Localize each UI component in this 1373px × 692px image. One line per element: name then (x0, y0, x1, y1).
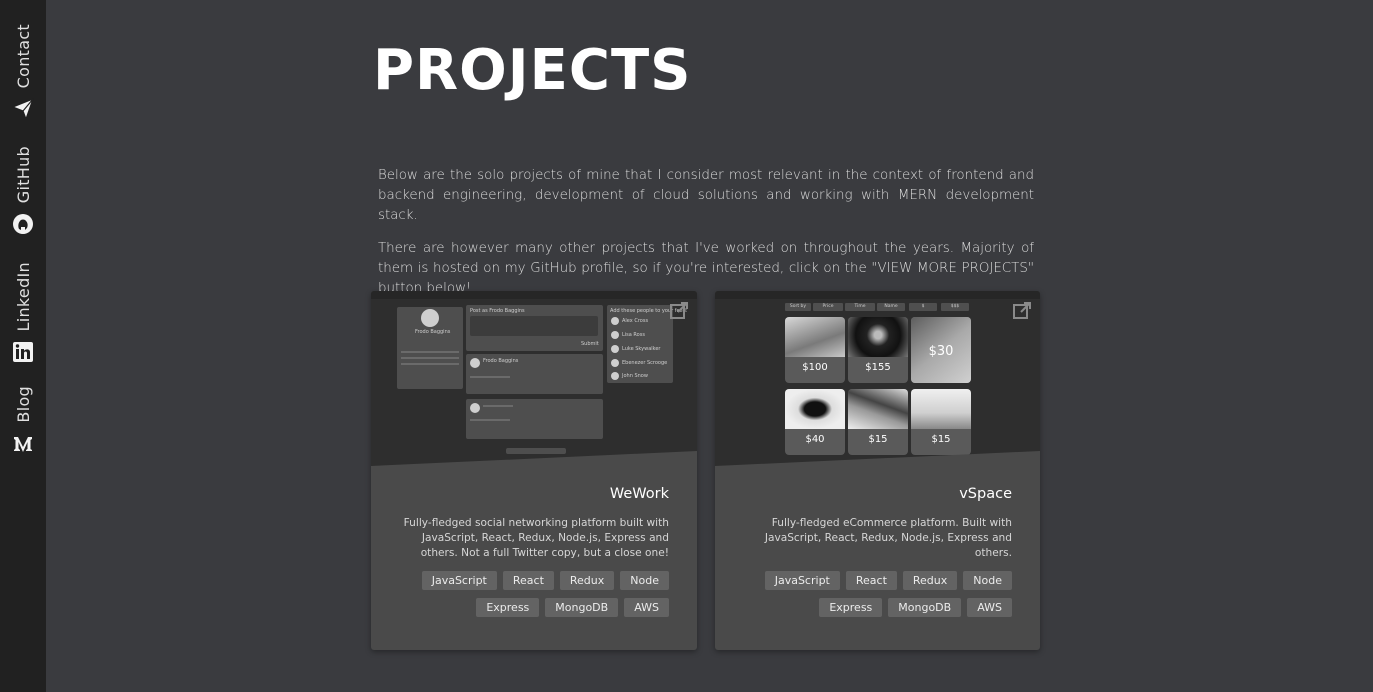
page-title: PROJECTS (373, 38, 692, 103)
sidebar-item-label: Contact (13, 24, 33, 89)
project-preview-image[interactable]: Sort by Price Time Name $ $$$ $100 $155 … (715, 291, 1040, 466)
preview-follow-name: John Snow (622, 373, 648, 379)
preview-filter: $$$ (941, 303, 969, 311)
preview-price: $15 (931, 434, 951, 445)
project-description: Fully-fledged social networking platform… (403, 517, 669, 559)
preview-product-tile: $30 (911, 317, 971, 383)
tech-tag: React (845, 571, 897, 590)
preview-price: $40 (805, 434, 825, 445)
preview-submit: Submit (581, 341, 599, 347)
preview-post-author: Frodo Baggins (483, 358, 519, 364)
project-title: vSpace (959, 486, 1012, 502)
preview-price: $100 (802, 362, 828, 373)
project-card-vspace[interactable]: Sort by Price Time Name $ $$$ $100 $155 … (715, 291, 1040, 650)
intro-text: Below are the solo projects of mine that… (378, 166, 1034, 299)
intro-paragraph: Below are the solo projects of mine that… (378, 168, 1034, 223)
project-title: WeWork (609, 486, 669, 502)
tech-tag: Express (819, 598, 883, 617)
preview-product-tile: $155 (848, 317, 908, 383)
preview-product-tile: $15 (911, 389, 971, 455)
preview-filter: Name (877, 303, 905, 311)
tech-tag: React (502, 571, 554, 590)
preview-follow-name: Luke Skywalker (622, 346, 661, 352)
tech-tags: JavaScript React Redux Node Express Mong… (743, 571, 1012, 617)
preview-filter: Price (813, 303, 843, 311)
tech-tags: JavaScript React Redux Node Express Mong… (399, 571, 669, 617)
sidebar-item-label: LinkedIn (13, 262, 33, 332)
sidebar-item-contact[interactable]: Contact (0, 24, 46, 121)
github-icon (12, 213, 34, 235)
project-card-body: WeWork Fully-fledged social networking p… (371, 466, 697, 650)
preview-post-placeholder: Post as Frodo Baggins (470, 308, 525, 314)
preview-follow-name: Ebenezer Scrooge (622, 360, 668, 366)
tech-tag: JavaScript (764, 571, 840, 590)
project-description: Fully-fledged eCommerce platform. Built … (764, 517, 1012, 559)
tech-tag: MongoDB (545, 598, 619, 617)
tech-tag: Redux (559, 571, 615, 590)
preview-product-tile: $100 (785, 317, 845, 383)
project-card-wework[interactable]: Frodo Baggins Post as Frodo Baggins Subm… (371, 291, 697, 650)
external-link-icon[interactable] (1012, 301, 1032, 325)
sidebar-item-blog[interactable]: Blog (0, 386, 46, 455)
preview-price: $15 (868, 434, 888, 445)
project-card-body: vSpace Fully-fledged eCommerce platform.… (715, 466, 1040, 650)
paper-plane-icon (12, 98, 34, 121)
preview-product-tile: $15 (848, 389, 908, 455)
preview-product-tile: $40 (785, 389, 845, 455)
preview-profile-name: Frodo Baggins (415, 329, 451, 335)
intro-paragraph: There are however many other projects th… (378, 241, 1034, 296)
external-link-icon[interactable] (669, 301, 689, 325)
tech-tag: MongoDB (888, 598, 962, 617)
preview-follow-name: Lisa Ross (622, 332, 645, 338)
tech-tag: Express (476, 598, 540, 617)
preview-price: $155 (865, 362, 891, 373)
tech-tag: Redux (902, 571, 958, 590)
social-sidebar: Contact GitHub LinkedIn Blog (0, 0, 46, 692)
preview-price: $30 (928, 344, 954, 359)
tech-tag: AWS (967, 598, 1012, 617)
preview-filter: Time (845, 303, 875, 311)
preview-follow-name: Alex Cross (622, 318, 649, 324)
linkedin-icon (12, 341, 34, 363)
sidebar-item-label: Blog (13, 386, 33, 423)
tech-tag: JavaScript (421, 571, 497, 590)
project-preview-image[interactable]: Frodo Baggins Post as Frodo Baggins Subm… (371, 291, 697, 466)
tech-tag: Node (620, 571, 669, 590)
sidebar-item-linkedin[interactable]: LinkedIn (0, 262, 46, 363)
preview-filter: $ (909, 303, 937, 311)
sidebar-item-label: GitHub (13, 146, 33, 204)
tech-tag: Node (963, 571, 1012, 590)
medium-icon (12, 433, 34, 455)
preview-filter: Sort by (785, 303, 811, 311)
sidebar-item-github[interactable]: GitHub (0, 146, 46, 235)
tech-tag: AWS (624, 598, 669, 617)
